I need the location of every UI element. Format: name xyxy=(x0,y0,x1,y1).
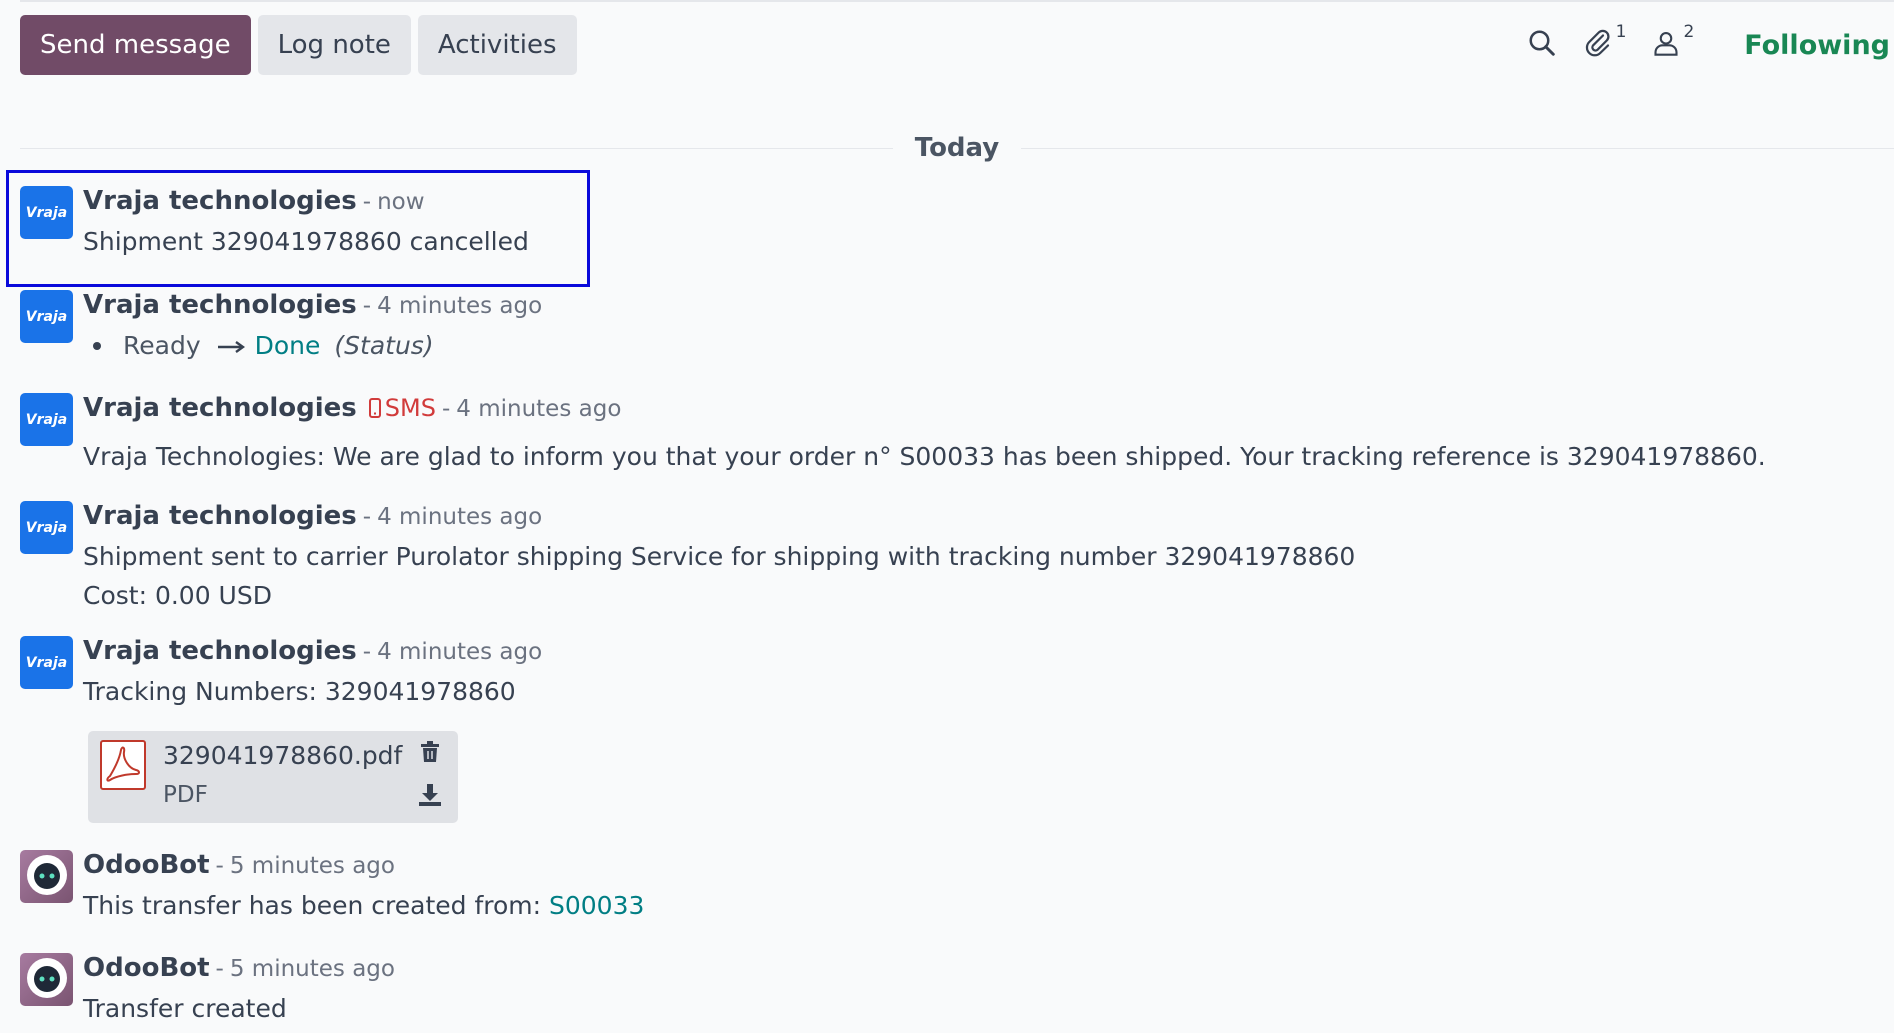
attachments-count: 1 xyxy=(1615,22,1627,42)
activities-button[interactable]: Activities xyxy=(417,15,577,75)
message-time: 5 minutes ago xyxy=(229,956,395,982)
message-dash: - xyxy=(215,853,224,879)
message-dash: - xyxy=(441,396,451,422)
search-icon xyxy=(1527,28,1557,62)
robot-icon xyxy=(24,955,70,1005)
message-author[interactable]: OdooBot xyxy=(83,953,210,983)
message: Vraja Vraja technologies - 4 minutes ago… xyxy=(20,636,1874,716)
highlight-box xyxy=(6,170,590,287)
attachment-card[interactable]: 329041978860.pdf PDF xyxy=(88,731,458,823)
following-button[interactable]: Following xyxy=(1744,30,1890,61)
download-icon[interactable] xyxy=(418,783,442,807)
message-body-line: Cost: 0.00 USD xyxy=(83,581,272,610)
log-note-button[interactable]: Log note xyxy=(257,15,411,75)
message-author[interactable]: Vraja technologies xyxy=(83,393,357,423)
arrow-right-icon xyxy=(217,326,245,365)
tracking-values: Ready Done (Status) xyxy=(83,326,1874,365)
message-body: Transfer created xyxy=(83,994,287,1023)
avatar[interactable]: Vraja xyxy=(20,290,73,343)
followers-button[interactable]: 2 xyxy=(1652,22,1694,62)
sms-label: SMS xyxy=(384,394,436,422)
message-author[interactable]: Vraja technologies xyxy=(83,501,357,531)
attachment-type: PDF xyxy=(163,782,208,808)
tracking-value: Ready Done (Status) xyxy=(93,326,1874,365)
bullet xyxy=(93,341,101,350)
pdf-file-icon xyxy=(100,740,146,790)
message-body: Vraja Technologies: We are glad to infor… xyxy=(83,442,1766,471)
message: Vraja Vraja technologies SMS - 4 minutes… xyxy=(20,393,1874,473)
message-time: 4 minutes ago xyxy=(377,293,543,319)
message-author[interactable]: Vraja technologies xyxy=(83,636,357,666)
message-author[interactable]: Vraja technologies xyxy=(83,290,357,320)
message-time: 4 minutes ago xyxy=(377,504,543,530)
avatar[interactable]: Vraja xyxy=(20,636,73,689)
message-time: 4 minutes ago xyxy=(456,396,622,422)
followers-count: 2 xyxy=(1683,22,1695,42)
message-body-text: This transfer has been created from: xyxy=(83,891,549,920)
date-separator-label: Today xyxy=(914,133,1000,163)
sms-badge: SMS xyxy=(368,394,436,422)
chatter-tools: 1 2 Following xyxy=(1527,20,1894,70)
separator-line xyxy=(1021,147,1894,149)
message-time: 5 minutes ago xyxy=(229,853,395,879)
tracking-new-value: Done xyxy=(254,331,321,360)
message: Vraja Vraja technologies - 4 minutes ago… xyxy=(20,290,1874,370)
chatter-toolbar: Send message Log note Activities xyxy=(20,15,577,75)
robot-icon xyxy=(24,852,70,902)
message: OdooBot - 5 minutes ago This transfer ha… xyxy=(20,850,1874,930)
message-body: This transfer has been created from: S00… xyxy=(83,886,1874,925)
send-message-button[interactable]: Send message xyxy=(20,15,251,75)
message-author[interactable]: OdooBot xyxy=(83,850,210,880)
message-dash: - xyxy=(362,504,372,530)
paperclip-icon xyxy=(1583,28,1613,62)
attachment-name: 329041978860.pdf xyxy=(163,741,403,770)
sale-order-link[interactable]: S00033 xyxy=(549,891,644,920)
top-divider xyxy=(20,0,1894,2)
odoobot-avatar[interactable] xyxy=(20,850,73,903)
message-dash: - xyxy=(362,293,372,319)
message-body: Tracking Numbers: 329041978860 xyxy=(83,677,516,706)
avatar[interactable]: Vraja xyxy=(20,501,73,554)
message-dash: - xyxy=(362,639,372,665)
message: OdooBot - 5 minutes ago Transfer created xyxy=(20,953,1874,1033)
user-icon xyxy=(1652,28,1680,62)
tracking-field: (Status) xyxy=(334,331,434,360)
date-separator: Today xyxy=(20,130,1894,166)
message-time: 4 minutes ago xyxy=(377,639,543,665)
mobile-icon xyxy=(368,394,385,422)
message-body-line: Shipment sent to carrier Purolator shipp… xyxy=(83,542,1356,571)
odoobot-avatar[interactable] xyxy=(20,953,73,1006)
separator-line xyxy=(20,147,893,149)
trash-icon[interactable] xyxy=(418,740,442,764)
tracking-old-value: Ready xyxy=(123,331,201,360)
attachments-button[interactable]: 1 xyxy=(1583,22,1626,62)
message-dash: - xyxy=(215,956,224,982)
avatar[interactable]: Vraja xyxy=(20,393,73,446)
message: Vraja Vraja technologies - 4 minutes ago… xyxy=(20,501,1874,616)
search-button[interactable] xyxy=(1527,28,1557,62)
